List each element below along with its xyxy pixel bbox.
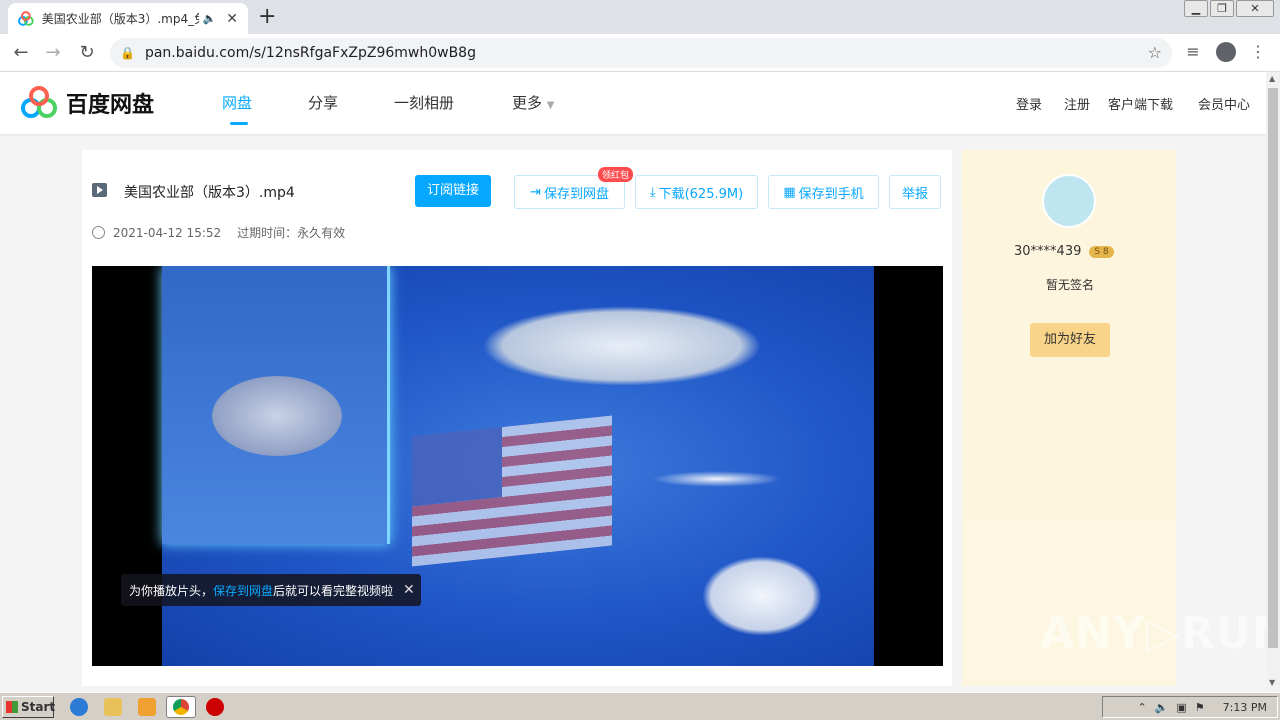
register-link[interactable]: 注册 [1064, 94, 1090, 113]
network-icon[interactable]: ▣ [1176, 701, 1186, 714]
shells-image [702, 556, 822, 636]
ie-icon[interactable] [70, 698, 88, 716]
browser-menu-icon[interactable]: ⋮ [1247, 42, 1269, 61]
media-player-icon[interactable] [138, 698, 156, 716]
sharer-name: 30****439 [1014, 244, 1082, 259]
qrcode-icon: ▦ [783, 184, 796, 200]
chrome-icon [173, 699, 189, 715]
crab-image [212, 376, 342, 456]
back-button[interactable]: ← [8, 40, 34, 66]
expire-text: 过期时间：永久有效 [237, 226, 346, 240]
save-icon: ⇥ [530, 184, 541, 200]
download-icon: ⤓ [649, 184, 656, 200]
browser-tab[interactable]: 美国农业部（版本3）.mp4_免费 🔈 ✕ [8, 3, 248, 34]
signature-text: 暂无签名 [1046, 278, 1095, 292]
add-friend-button[interactable]: 加为好友 [1030, 323, 1110, 357]
notice-save-link[interactable]: 保存到网盘 [213, 582, 273, 599]
start-button[interactable]: Start [2, 696, 55, 718]
clock-icon [92, 226, 105, 239]
us-flag-image [412, 415, 612, 567]
login-link[interactable]: 登录 [1016, 94, 1042, 113]
scroll-up-icon[interactable]: ▲ [1269, 74, 1275, 83]
member-center-link[interactable]: 会员中心 [1198, 94, 1250, 113]
video-player[interactable]: 为你播放片头， 保存到网盘 后就可以看完整视频啦 ✕ [92, 266, 943, 666]
nav-share[interactable]: 分享 [308, 92, 338, 113]
notice-text-pre: 为你播放片头， [129, 583, 214, 598]
explorer-icon[interactable] [104, 698, 122, 716]
nav-more[interactable]: 更多 ▼ [512, 92, 555, 113]
download-button[interactable]: ⤓ 下载(625.9M) [635, 175, 758, 209]
client-download-link[interactable]: 客户端下载 [1108, 94, 1173, 113]
media-control-icon[interactable]: ≡ [1182, 42, 1204, 61]
flag-icon[interactable]: ⚑ [1195, 701, 1205, 714]
stop-icon[interactable] [206, 698, 224, 716]
tab-title: 美国农业部（版本3）.mp4_免费 [41, 12, 199, 26]
browser-tab-strip: 美国农业部（版本3）.mp4_免费 🔈 ✕ + ▁ ❐ ✕ [0, 0, 1280, 34]
nav-more-label: 更多 [512, 94, 543, 112]
sharer-name-row: 30****439 S 8 [1014, 244, 1114, 259]
baidu-pan-logo[interactable]: 百度网盘 [20, 86, 154, 120]
forward-button[interactable]: → [40, 40, 66, 66]
tab-close-icon[interactable]: ✕ [226, 11, 238, 27]
reload-button[interactable]: ↻ [74, 40, 100, 66]
system-tray: ⌃ 🔈 ▣ ⚑ 7:13 PM [1102, 696, 1278, 718]
anyrun-watermark: ANY▷RUN [1040, 608, 1280, 659]
new-tab-button[interactable]: + [258, 4, 276, 29]
save-to-disk-label: 保存到网盘 [543, 186, 609, 202]
fish-image [482, 306, 762, 386]
volume-icon[interactable]: 🔈 [1155, 701, 1169, 714]
lock-icon: 🔒 [120, 46, 135, 60]
close-icon[interactable]: ✕ [403, 582, 415, 598]
profile-icon[interactable] [1216, 42, 1236, 62]
restore-button[interactable]: ❐ [1210, 0, 1234, 17]
speaker-icon[interactable]: 🔈 [203, 12, 217, 25]
preview-notice: 为你播放片头， 保存到网盘 后就可以看完整视频啦 ✕ [121, 574, 421, 606]
video-frame [162, 266, 874, 666]
share-date: 2021-04-12 15:52 [113, 225, 222, 240]
logo-text: 百度网盘 [66, 93, 155, 118]
save-to-phone-label: 保存到手机 [798, 186, 864, 202]
page-scrollbar[interactable]: ▲ ▼ [1266, 72, 1280, 692]
small-fish-image [652, 471, 782, 487]
chrome-taskbar-button[interactable] [166, 696, 196, 718]
red-packet-badge: 领红包 [598, 167, 634, 182]
site-header: 百度网盘 网盘 分享 一刻相册 更多 ▼ 登录 注册 客户端下载 会员中心 [0, 72, 1266, 134]
avatar[interactable] [1042, 174, 1096, 228]
chevron-down-icon: ▼ [546, 100, 555, 111]
video-file-icon [92, 183, 107, 197]
bookmark-star-icon[interactable]: ☆ [1148, 43, 1162, 62]
address-bar[interactable]: 🔒 pan.baidu.com/s/12nsRfgaFxZpZ96mwh0wB8… [110, 38, 1172, 68]
sharer-profile-card: 30****439 S 8 暂无签名 加为好友 [962, 150, 1176, 686]
notice-text-post: 后就可以看完整视频啦 [273, 583, 394, 598]
tray-arrow-icon[interactable]: ⌃ [1137, 701, 1146, 714]
browser-toolbar: ← → ↻ 🔒 pan.baidu.com/s/12nsRfgaFxZpZ96m… [0, 34, 1280, 72]
nav-album[interactable]: 一刻相册 [394, 92, 454, 113]
download-label: 下载(625.9M) [658, 186, 744, 202]
file-share-card: 美国农业部（版本3）.mp4 2021-04-12 15:52 过期时间：永久有… [82, 150, 952, 686]
vip-level-badge: S 8 [1089, 245, 1114, 258]
window-controls: ▁ ❐ ✕ [1182, 0, 1274, 17]
nav-netdisk[interactable]: 网盘 [222, 92, 252, 125]
clock-time: 7:13 PM [1222, 700, 1267, 714]
file-name: 美国农业部（版本3）.mp4 [124, 185, 295, 201]
minimize-button[interactable]: ▁ [1184, 0, 1208, 17]
scroll-down-icon[interactable]: ▼ [1269, 678, 1275, 687]
report-button[interactable]: 举报 [889, 175, 941, 209]
file-meta: 2021-04-12 15:52 过期时间：永久有效 [92, 224, 345, 241]
url-text: pan.baidu.com/s/12nsRfgaFxZpZ96mwh0wB8g [144, 45, 476, 61]
logo-icon [21, 86, 57, 118]
save-to-phone-button[interactable]: ▦ 保存到手机 [768, 175, 879, 209]
scrollbar-thumb[interactable] [1268, 88, 1278, 648]
windows-taskbar: Start ⌃ 🔈 ▣ ⚑ 7:13 PM [0, 692, 1280, 720]
baidu-pan-favicon-icon [18, 10, 34, 26]
subscribe-link-button[interactable]: 订阅链接 [415, 175, 491, 207]
close-window-button[interactable]: ✕ [1236, 0, 1274, 17]
